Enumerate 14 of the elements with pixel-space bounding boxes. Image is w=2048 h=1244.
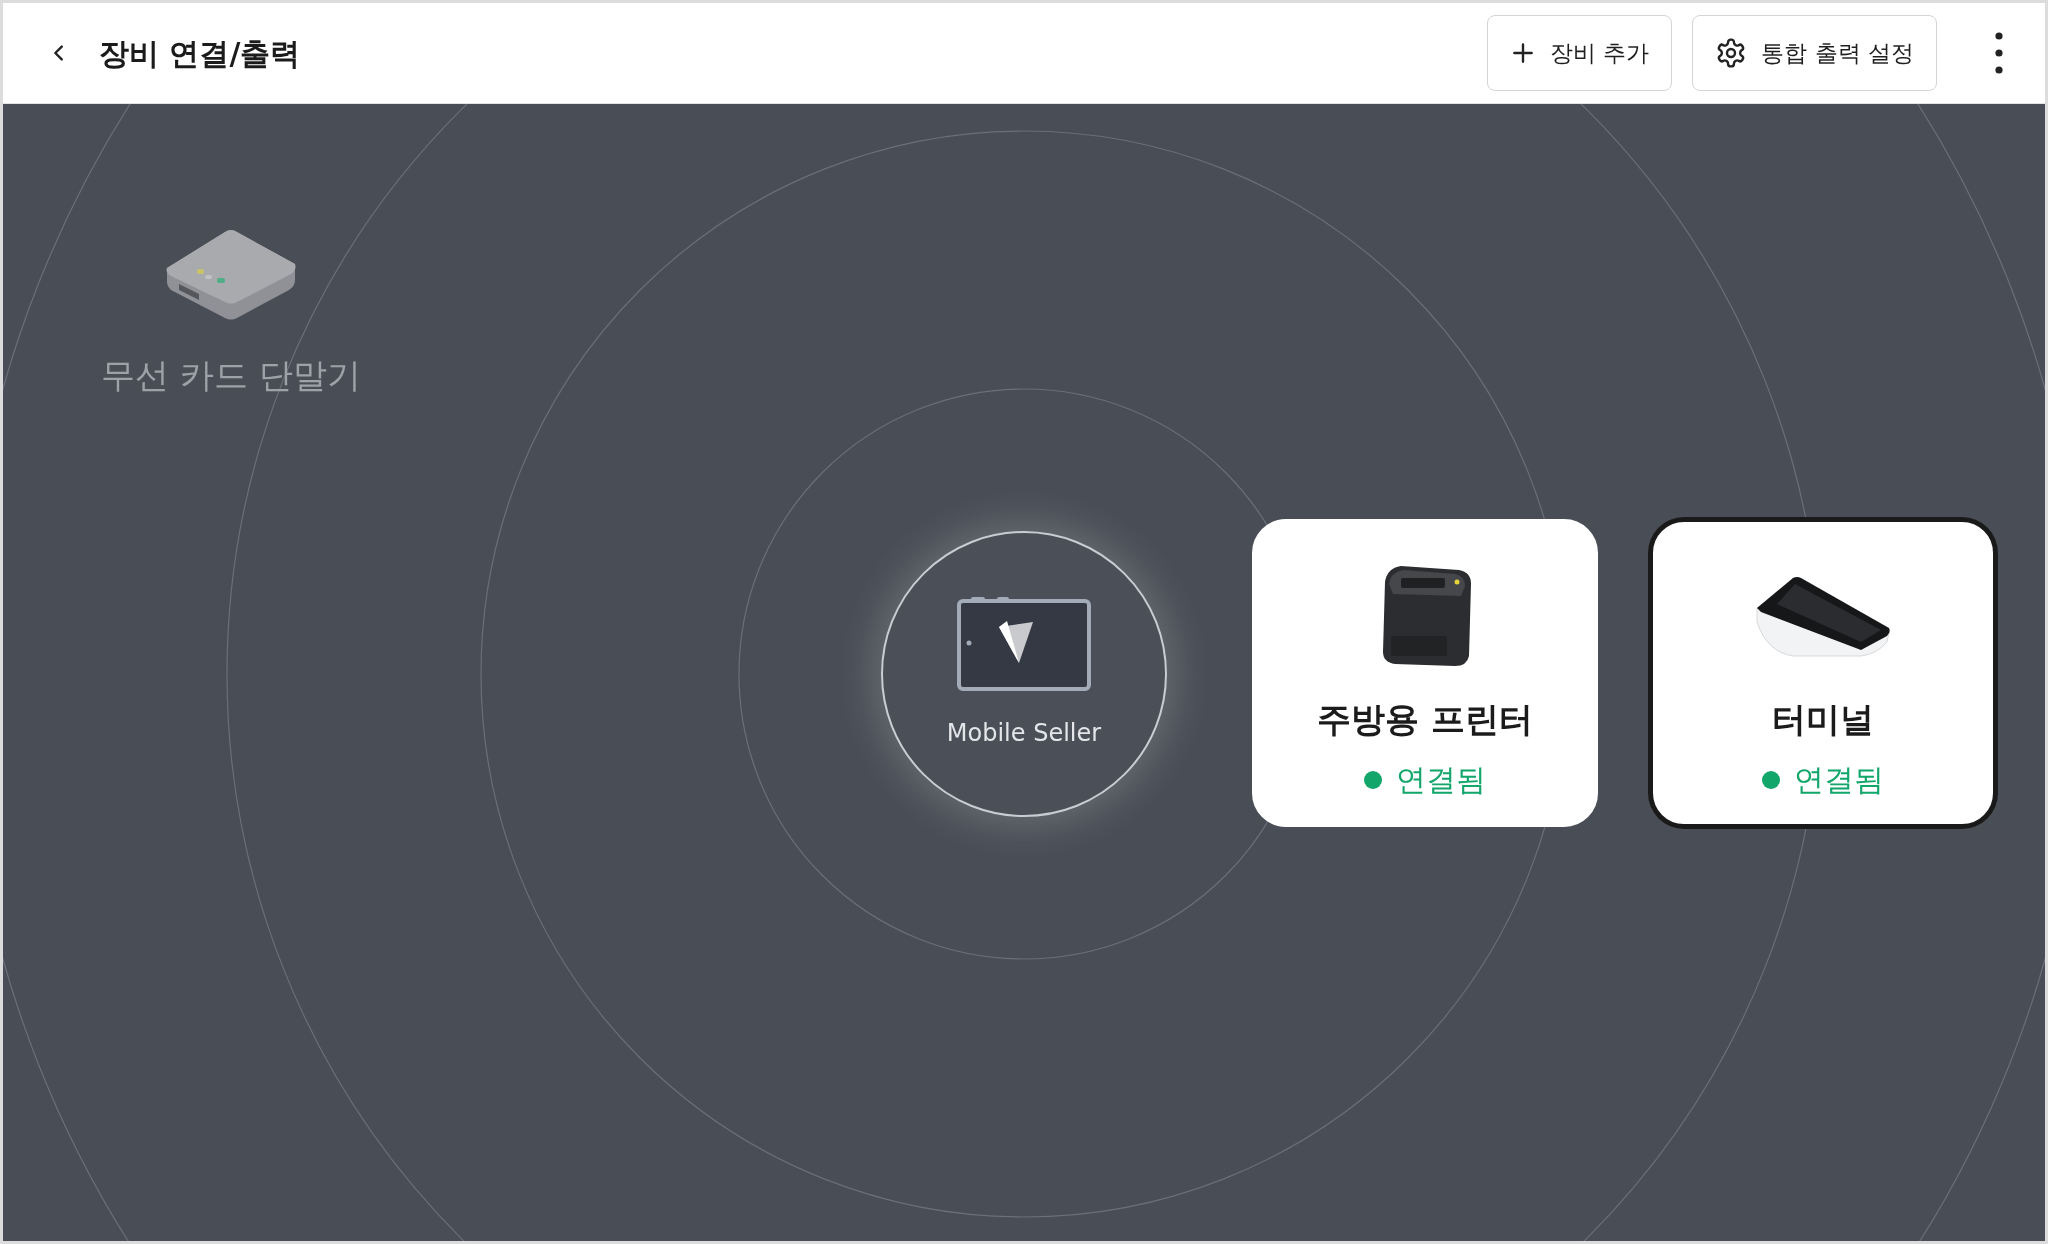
hub-label: Mobile Seller bbox=[946, 718, 1102, 749]
device-card[interactable]: 주방용 프린터 연결됨 bbox=[1252, 519, 1598, 827]
device-card[interactable]: 터미널 연결됨 bbox=[1650, 519, 1996, 827]
tablet-hub[interactable]: Mobile Seller bbox=[881, 531, 1167, 817]
add-device-button[interactable]: 장비 추가 bbox=[1487, 15, 1673, 91]
tablet-icon bbox=[957, 597, 1091, 691]
device-name: 무선 카드 단말기 bbox=[101, 354, 361, 397]
device-name: 터미널 bbox=[1772, 698, 1874, 741]
status-label: 연결됨 bbox=[1396, 761, 1486, 799]
device-name: 주방용 프린터 bbox=[1317, 698, 1533, 741]
more-icon bbox=[1995, 32, 2003, 74]
print-settings-button[interactable]: 통합 출력 설정 bbox=[1692, 15, 1937, 91]
page-title: 장비 연결/출력 bbox=[99, 34, 301, 73]
status-label: 연결됨 bbox=[1794, 761, 1884, 799]
